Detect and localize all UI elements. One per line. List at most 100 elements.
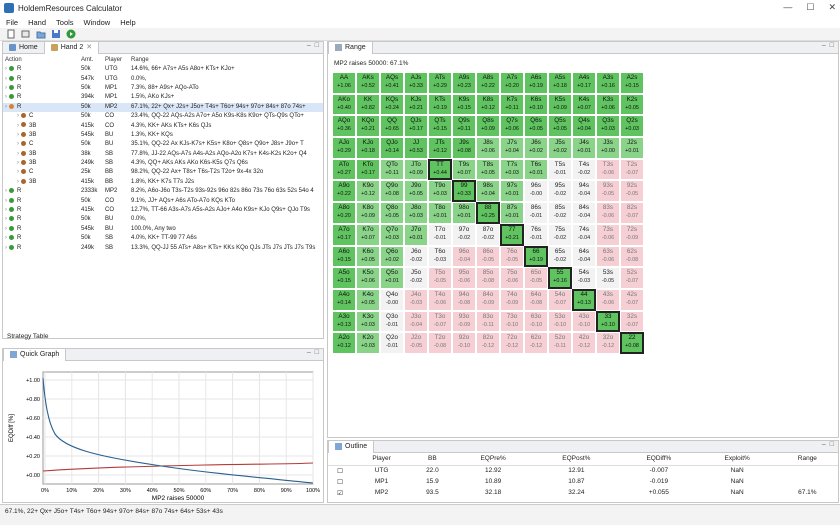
hand-cell[interactable]: 82s -0.07 xyxy=(620,202,644,224)
hand-cell[interactable]: 93o -0.09 xyxy=(452,310,476,333)
expand-chevron-icon[interactable]: › xyxy=(5,216,7,222)
action-row[interactable]: › R 394k MP1 1.5%, AKo KJs+ xyxy=(3,93,323,102)
hand-cell[interactable]: Q7o +0.03 xyxy=(380,223,404,246)
hand-cell[interactable]: 32o -0.12 xyxy=(596,332,620,354)
hand-cell[interactable]: KK +0.82 xyxy=(356,93,380,116)
hand-cell[interactable]: 66 +0.19 xyxy=(524,245,548,268)
hand-cell[interactable]: A2o +0.12 xyxy=(332,332,356,354)
menu-hand[interactable]: Hand xyxy=(28,18,46,27)
hand-cell[interactable]: A3s +0.16 xyxy=(596,72,620,94)
hand-cell[interactable]: 99 +0.33 xyxy=(452,180,476,203)
hand-cell[interactable]: T8s +0.05 xyxy=(476,158,500,181)
hand-cell[interactable]: ATo +0.27 xyxy=(332,158,356,181)
hand-cell[interactable]: Q6s +0.05 xyxy=(524,115,548,138)
action-row[interactable]: › 3B 415k CO 4.3%, KK+ AKs KTs+ K6s QJs xyxy=(3,121,323,130)
hand-cell[interactable]: J3o -0.04 xyxy=(404,310,428,333)
hand-cell[interactable]: QQ +0.65 xyxy=(380,115,404,138)
hand-cell[interactable]: K2s +0.05 xyxy=(620,93,644,116)
hand-cell[interactable]: 94s -0.04 xyxy=(572,180,596,203)
hand-cell[interactable]: 92o -0.10 xyxy=(452,332,476,354)
action-row[interactable]: › R 50k UTG 14.6%, 66+ A7s+ A5s A8o+ KTs+ KJ… xyxy=(3,65,323,74)
hand-cell[interactable]: Q2s +0.03 xyxy=(620,115,644,138)
expand-chevron-icon[interactable]: › xyxy=(5,226,7,232)
hand-cell[interactable]: 53o -0.10 xyxy=(548,310,572,333)
hand-cell[interactable]: T6o -0.03 xyxy=(428,245,452,268)
hand-cell[interactable]: J8o +0.03 xyxy=(404,202,428,224)
hand-cell[interactable]: Q4s +0.04 xyxy=(572,115,596,138)
hand-cell[interactable]: K9o +0.12 xyxy=(356,180,380,203)
hand-cell[interactable]: K5o +0.06 xyxy=(356,267,380,289)
hand-cell[interactable]: 97o -0.02 xyxy=(452,223,476,246)
hand-cell[interactable]: T5s -0.01 xyxy=(548,158,572,181)
expand-chevron-icon[interactable]: › xyxy=(17,179,19,185)
hand-cell[interactable]: QTs +0.15 xyxy=(428,115,452,138)
action-row[interactable]: › C 25k BB 98.2%, QQ-22 Ax+ T8s+ T6s-T2s T2o… xyxy=(3,168,323,177)
row-checkbox[interactable]: ☑ xyxy=(328,487,352,498)
hand-cell[interactable]: JTs +0.12 xyxy=(428,137,452,159)
hand-cell[interactable]: KTo +0.17 xyxy=(356,158,380,181)
hand-cell[interactable]: 73o -0.10 xyxy=(500,310,524,333)
hand-cell[interactable]: A4s +0.17 xyxy=(572,72,596,94)
hand-cell[interactable]: A8s +0.22 xyxy=(476,72,500,94)
hand-cell[interactable]: 75s -0.02 xyxy=(548,223,572,246)
hand-cell[interactable]: T9s +0.07 xyxy=(452,158,476,181)
hand-cell[interactable]: 73s -0.06 xyxy=(596,223,620,246)
hand-cell[interactable]: KTs +0.19 xyxy=(428,93,452,116)
hand-cell[interactable]: 32s -0.07 xyxy=(620,310,644,333)
hand-cell[interactable]: T5o -0.05 xyxy=(428,267,452,289)
hand-cell[interactable]: 98s +0.04 xyxy=(476,180,500,203)
action-row[interactable]: › 3B 545k BU 1.3%, KK+ KQs xyxy=(3,131,323,140)
action-row[interactable]: › C 50k BU 35.1%, QQ-22 Ax KJs-K7s+ K5s+ K8o… xyxy=(3,140,323,149)
expand-chevron-icon[interactable]: › xyxy=(17,169,19,175)
hand-cell[interactable]: A9o +0.22 xyxy=(332,180,356,203)
maximize-pane-icon[interactable]: □ xyxy=(315,42,319,49)
hand-cell[interactable]: 72o -0.12 xyxy=(500,332,524,354)
hand-cell[interactable]: A2s +0.15 xyxy=(620,72,644,94)
hand-cell[interactable]: T9o +0.03 xyxy=(428,180,452,203)
hand-cell[interactable]: 63o -0.10 xyxy=(524,310,548,333)
action-row[interactable]: › R 415k CO 12.7%, TT-66 A3s-A7s A5s-A2s AJo… xyxy=(3,206,323,215)
new-hand-icon[interactable] xyxy=(21,29,31,39)
hand-cell[interactable]: J3s +0.00 xyxy=(596,137,620,159)
col-amt[interactable]: Amt. xyxy=(79,54,103,65)
expand-chevron-icon[interactable]: › xyxy=(5,66,7,72)
hand-cell[interactable]: K7o +0.07 xyxy=(356,223,380,246)
hand-cell[interactable]: Q3o -0.01 xyxy=(380,310,404,333)
tab-home[interactable]: Home xyxy=(3,42,44,54)
strategy-table-label[interactable]: Strategy Table xyxy=(7,333,48,340)
outline-row[interactable]: ☐ UTG 22.0 12.92 12.91 -0.007 NaN xyxy=(328,465,838,476)
hand-cell[interactable]: 53s -0.05 xyxy=(596,267,620,289)
hand-cell[interactable]: 84s -0.04 xyxy=(572,202,596,224)
hand-cell[interactable]: KJs +0.21 xyxy=(404,93,428,116)
minimize-pane-icon[interactable]: – xyxy=(307,349,311,356)
tab-quick-graph[interactable]: Quick Graph xyxy=(3,348,67,361)
menu-help[interactable]: Help xyxy=(120,18,135,27)
hand-cell[interactable]: Q3s +0.03 xyxy=(596,115,620,138)
new-file-icon[interactable] xyxy=(6,29,16,39)
expand-chevron-icon[interactable]: › xyxy=(17,160,19,166)
action-row[interactable]: › R 50k MP2 67.1%, 22+ Qx+ J2s+ J5o+ T4s+ T6… xyxy=(3,102,323,112)
hand-cell[interactable]: 92s -0.05 xyxy=(620,180,644,203)
save-icon[interactable] xyxy=(51,29,61,39)
hand-cell[interactable]: 52s -0.07 xyxy=(620,267,644,289)
hand-cell[interactable]: Q8o +0.05 xyxy=(380,202,404,224)
hand-cell[interactable]: 42o -0.12 xyxy=(572,332,596,354)
action-row[interactable]: › 3B 249k SB 4.3%, QQ+ AKs AKs AKo K6s-K5s Q… xyxy=(3,159,323,168)
expand-chevron-icon[interactable]: › xyxy=(17,123,19,129)
action-row[interactable]: › C 50k CO 23.4%, QQ-22 AQs-A2s A7o+ A5o K9s… xyxy=(3,112,323,121)
action-row[interactable]: › R 2333k MP2 8.2%, A6o-J6o T3s-T2s 93s-92s … xyxy=(3,187,323,196)
hand-cell[interactable]: AQs +0.41 xyxy=(380,72,404,94)
action-row[interactable]: › 3B 38k SB 77.8%, JJ-22 AQs-A7s A4s-A2s AQo… xyxy=(3,150,323,159)
hand-cell[interactable]: 44 +0.13 xyxy=(572,288,596,311)
hand-cell[interactable]: T6s +0.01 xyxy=(524,158,548,181)
hand-cell[interactable]: T4s -0.02 xyxy=(572,158,596,181)
hand-cell[interactable]: AKo +0.40 xyxy=(332,93,356,116)
col-exploit[interactable]: Exploit% xyxy=(697,453,777,466)
col-eqdiff[interactable]: EQDiff% xyxy=(620,453,698,466)
expand-chevron-icon[interactable]: › xyxy=(5,207,7,213)
hand-cell[interactable]: 85o -0.08 xyxy=(476,267,500,289)
tab-range[interactable]: Range xyxy=(328,41,373,54)
hand-cell[interactable]: Q9s +0.11 xyxy=(452,115,476,138)
hand-cell[interactable]: AJs +0.33 xyxy=(404,72,428,94)
hand-cell[interactable]: A5s +0.18 xyxy=(548,72,572,94)
